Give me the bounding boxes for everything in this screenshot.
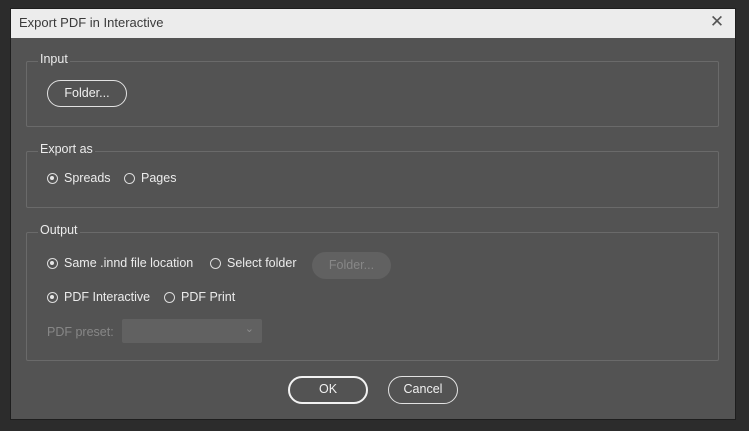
chevron-down-icon: ⌄ [244,323,254,335]
radio-select-folder-indicator[interactable] [210,257,221,269]
dialog-title: Export PDF in Interactive [19,15,164,30]
ok-button[interactable]: OK [288,376,368,404]
radio-pdf-print-indicator[interactable] [164,291,175,303]
export-as-legend: Export as [38,142,95,156]
input-legend: Input [38,52,70,66]
output-legend: Output [38,223,80,237]
radio-spreads-indicator[interactable] [47,172,58,184]
radio-select-folder[interactable]: Select folder [210,256,296,270]
radio-same-location-label: Same .innd file location [64,256,194,270]
radio-pages-label: Pages [141,171,177,185]
export-pdf-dialog: Export PDF in Interactive ✕ Input Folder… [10,8,736,420]
pdf-preset-label: PDF preset: [47,325,114,339]
radio-pages-indicator[interactable] [124,172,135,184]
output-folder-button[interactable]: Folder... [312,252,391,279]
pdf-preset-select[interactable]: ⌄ [122,319,262,343]
title-bar: Export PDF in Interactive ✕ [11,9,735,38]
radio-pages[interactable]: Pages [124,171,176,185]
radio-pdf-interactive[interactable]: PDF Interactive [47,290,150,304]
radio-same-location[interactable]: Same .innd file location [47,256,193,270]
radio-same-location-indicator[interactable] [47,257,58,269]
input-group: Input Folder... [26,52,719,127]
radio-spreads[interactable]: Spreads [47,171,111,185]
close-icon[interactable]: ✕ [709,13,725,30]
output-group: Output Same .innd file location Select f… [26,223,719,361]
radio-pdf-interactive-indicator[interactable] [47,291,58,303]
export-as-group: Export as Spreads Pages [26,142,719,208]
radio-pdf-interactive-label: PDF Interactive [64,290,151,304]
radio-pdf-print-label: PDF Print [181,290,236,304]
radio-spreads-label: Spreads [64,171,111,185]
radio-pdf-print[interactable]: PDF Print [164,290,235,304]
radio-select-folder-label: Select folder [227,256,297,270]
cancel-button[interactable]: Cancel [388,376,458,404]
input-folder-button[interactable]: Folder... [47,80,127,107]
